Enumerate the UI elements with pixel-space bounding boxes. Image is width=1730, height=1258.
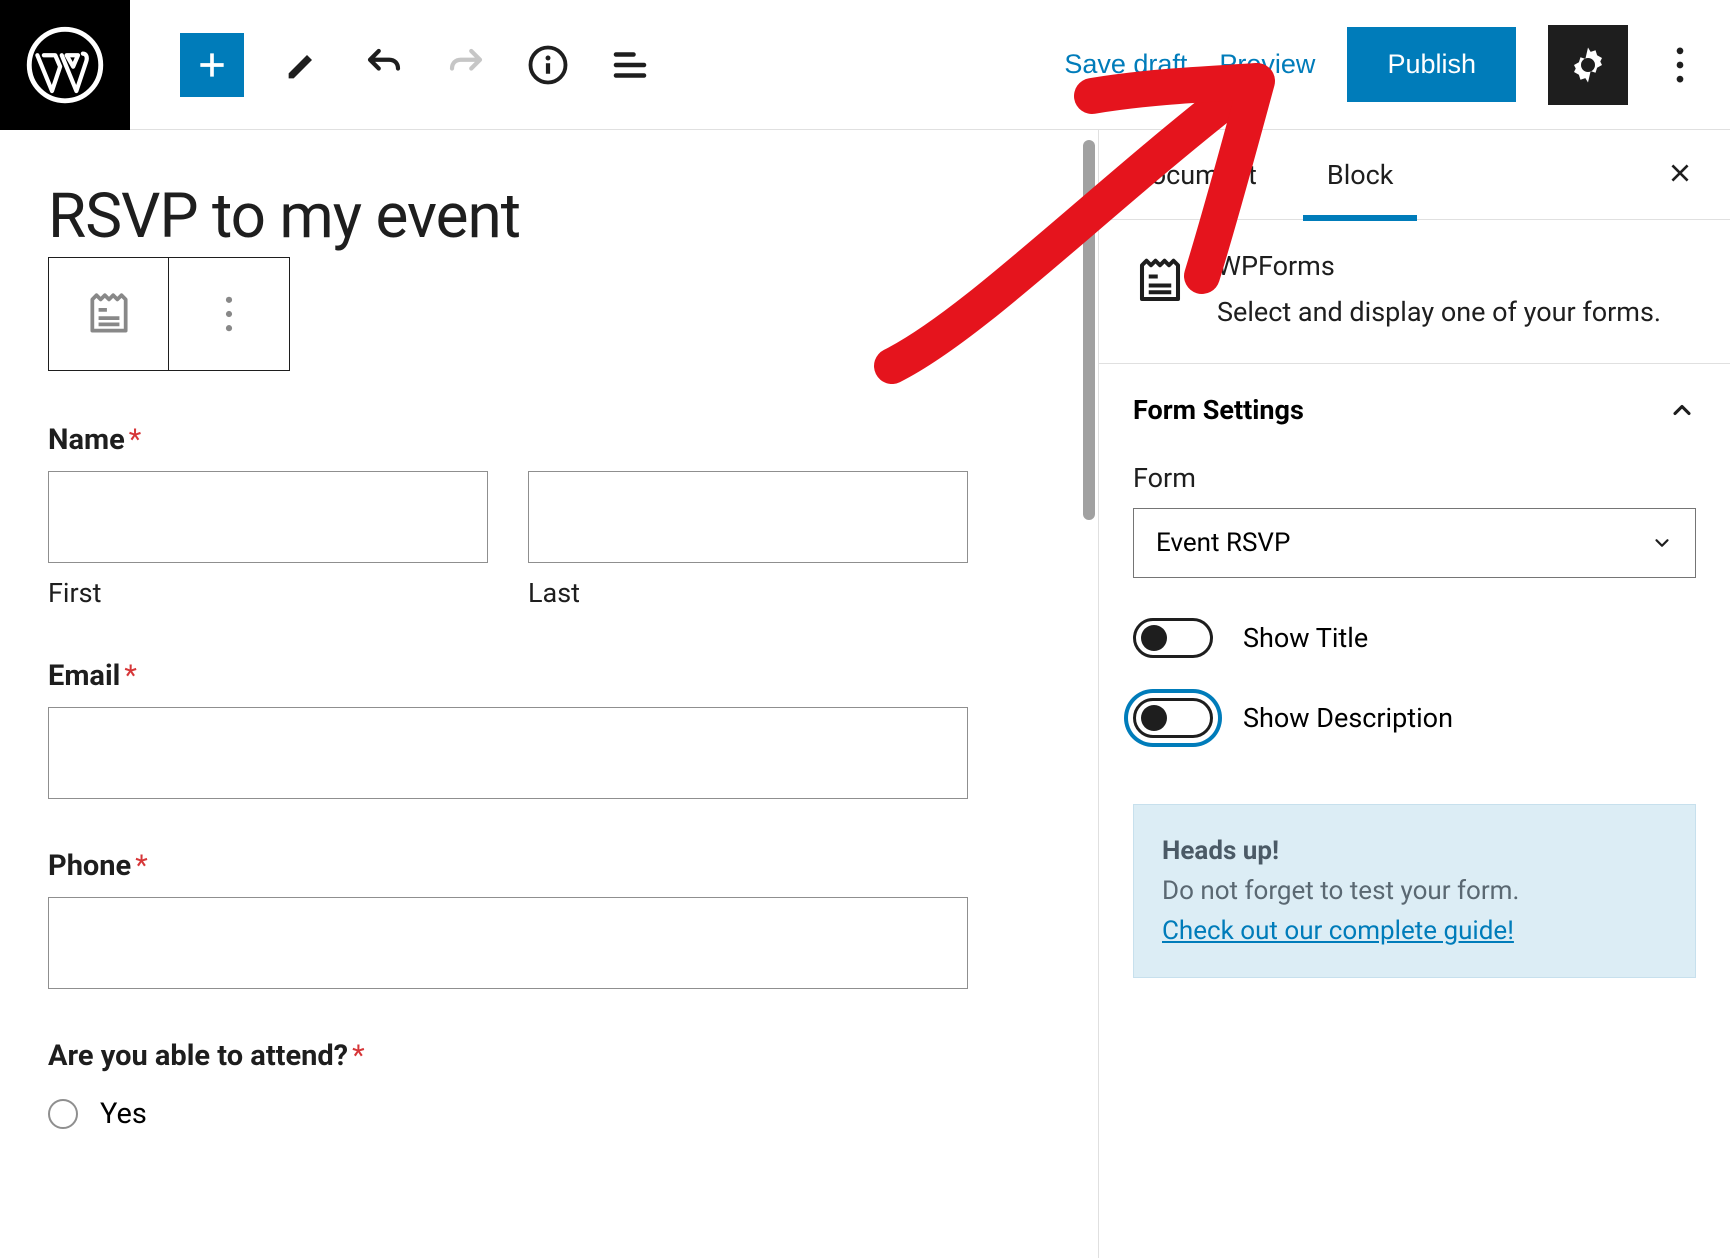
first-name-sublabel: First: [48, 577, 488, 609]
toggle-show-description: Show Description: [1133, 698, 1696, 738]
last-name-sublabel: Last: [528, 577, 968, 609]
name-label: Name: [48, 423, 125, 457]
edit-mode-button[interactable]: [278, 41, 326, 89]
form-settings-heading: Form Settings: [1133, 394, 1304, 426]
info-icon: [527, 44, 569, 86]
more-options-button[interactable]: [1660, 41, 1700, 89]
notice-heading: Heads up!: [1162, 836, 1279, 866]
plus-icon: [192, 45, 232, 85]
main-area: RSVP to my event Name* First: [0, 130, 1730, 1258]
attend-label: Are you able to attend?: [48, 1039, 348, 1073]
required-marker: *: [352, 1039, 365, 1073]
redo-icon: [445, 44, 487, 86]
phone-input[interactable]: [48, 897, 968, 989]
notice-box: Heads up! Do not forget to test your for…: [1133, 804, 1696, 979]
sidebar-tabs: Document Block: [1099, 130, 1730, 220]
toolbar-left: [180, 33, 654, 97]
chevron-up-icon: [1668, 396, 1696, 424]
publish-button[interactable]: Publish: [1347, 27, 1516, 102]
show-description-toggle[interactable]: [1133, 698, 1213, 738]
preview-button[interactable]: Preview: [1219, 49, 1315, 80]
block-toolbar: [48, 257, 290, 371]
close-panel-button[interactable]: [1660, 156, 1700, 194]
save-draft-button[interactable]: Save draft: [1064, 49, 1187, 80]
editor-canvas: RSVP to my event Name* First: [0, 130, 1080, 1258]
wordpress-icon: [26, 26, 104, 104]
add-block-button[interactable]: [180, 33, 244, 97]
gear-icon: [1567, 44, 1609, 86]
settings-button[interactable]: [1548, 25, 1628, 105]
redo-button[interactable]: [442, 41, 490, 89]
toolbar-right: Save draft Preview Publish: [1064, 25, 1730, 105]
block-info: WPForms Select and display one of your f…: [1099, 220, 1730, 364]
info-button[interactable]: [524, 41, 572, 89]
outline-button[interactable]: [606, 41, 654, 89]
form-preview: Name* First Last Email* Phone*: [48, 423, 968, 1131]
close-icon: [1667, 160, 1693, 186]
form-settings-header[interactable]: Form Settings: [1133, 394, 1696, 426]
show-title-label: Show Title: [1243, 622, 1368, 654]
required-marker: *: [129, 423, 142, 457]
radio-label: Yes: [100, 1097, 147, 1131]
block-info-title: WPForms: [1217, 250, 1661, 282]
form-select-label: Form: [1133, 462, 1696, 494]
scrollbar[interactable]: [1080, 130, 1098, 1258]
radio-option-yes[interactable]: Yes: [48, 1097, 968, 1131]
editor-topbar: Save draft Preview Publish: [0, 0, 1730, 130]
kebab-icon: [225, 296, 233, 332]
notice-link[interactable]: Check out our complete guide!: [1162, 916, 1514, 946]
field-phone: Phone*: [48, 849, 968, 989]
tab-block[interactable]: Block: [1323, 131, 1398, 219]
chevron-down-icon: [1651, 532, 1673, 554]
form-icon: [84, 289, 134, 339]
scroll-thumb[interactable]: [1083, 140, 1095, 520]
required-marker: *: [124, 659, 137, 693]
email-input[interactable]: [48, 707, 968, 799]
form-select-value: Event RSVP: [1156, 528, 1290, 558]
phone-label: Phone: [48, 849, 131, 883]
form-settings-panel: Form Settings Form Event RSVP Show Title…: [1099, 364, 1730, 768]
toggle-show-title: Show Title: [1133, 618, 1696, 658]
field-name: Name* First Last: [48, 423, 968, 609]
field-attend: Are you able to attend?* Yes: [48, 1039, 968, 1131]
pencil-icon: [282, 45, 322, 85]
undo-icon: [363, 44, 405, 86]
kebab-icon: [1676, 47, 1684, 83]
form-select[interactable]: Event RSVP: [1133, 508, 1696, 578]
wpforms-icon: [1133, 254, 1187, 308]
settings-sidebar: Document Block WPForms Select and displa…: [1098, 130, 1730, 1258]
tab-document[interactable]: Document: [1129, 131, 1261, 219]
list-icon: [609, 44, 651, 86]
email-label: Email: [48, 659, 120, 693]
wordpress-logo[interactable]: [0, 0, 130, 130]
notice-text: Do not forget to test your form.: [1162, 876, 1519, 906]
page-title[interactable]: RSVP to my event: [48, 180, 1032, 253]
undo-button[interactable]: [360, 41, 408, 89]
block-type-button[interactable]: [49, 258, 169, 370]
radio-icon: [48, 1099, 78, 1129]
field-email: Email*: [48, 659, 968, 799]
block-more-button[interactable]: [169, 258, 289, 370]
first-name-input[interactable]: [48, 471, 488, 563]
required-marker: *: [135, 849, 148, 883]
block-info-desc: Select and display one of your forms.: [1217, 292, 1661, 333]
show-title-toggle[interactable]: [1133, 618, 1213, 658]
last-name-input[interactable]: [528, 471, 968, 563]
show-description-label: Show Description: [1243, 702, 1453, 734]
